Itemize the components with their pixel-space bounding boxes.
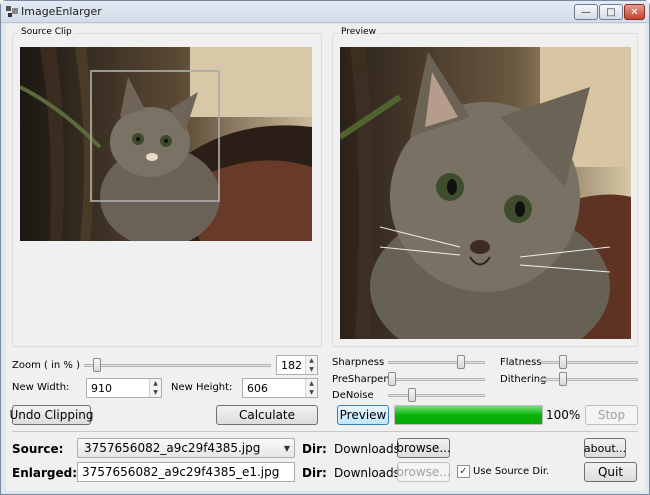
window-title: ImageEnlarger: [21, 5, 102, 18]
new-width-spinbox[interactable]: 910 ▲ ▼: [86, 378, 162, 398]
denoise-slider-thumb[interactable]: [407, 388, 416, 402]
client-area: Source Clip Preview Zoom (in %) 182 ▲ …: [6, 24, 645, 491]
browse-enlarged-button[interactable]: browse...: [396, 462, 451, 482]
app-icon: [6, 6, 18, 17]
presharpen-slider-thumb[interactable]: [388, 372, 396, 386]
sharpness-label: Sharpness: [332, 357, 385, 368]
slider-track: [388, 394, 485, 397]
new-width-label: New Width:: [12, 382, 70, 393]
browse-source-button[interactable]: browse...: [396, 438, 451, 458]
zoom-label: Zoom ( in % ): [12, 360, 80, 371]
checkmark-icon: ✓: [459, 466, 468, 477]
zoom-slider-track: [84, 364, 271, 367]
width-spin-arrows[interactable]: ▲ ▼: [149, 379, 161, 397]
enlarged-file-field[interactable]: 3757656082_a9c29f4385_e1.jpg: [77, 462, 295, 482]
progress-fill: [395, 406, 542, 424]
spin-up-icon[interactable]: ▲: [306, 356, 317, 365]
undo-clipping-button[interactable]: Undo Clipping: [10, 405, 94, 425]
source-file-combo[interactable]: 3757656082_a9c29f4385.jpg ▼: [77, 438, 295, 458]
progress-percent: 100%: [546, 408, 581, 422]
new-height-label: New Height:: [171, 382, 233, 393]
source-label: Source:: [12, 442, 64, 456]
slider-track: [388, 378, 485, 381]
title-bar[interactable]: ImageEnlarger — □ ✕: [1, 1, 649, 23]
slider-track: [388, 361, 485, 364]
separator: [12, 431, 638, 432]
use-source-dir-checkbox[interactable]: ✓: [457, 465, 470, 478]
preview-group: Preview: [332, 27, 638, 347]
close-icon: ✕: [630, 6, 639, 18]
close-button[interactable]: ✕: [624, 4, 645, 20]
flatness-slider-thumb[interactable]: [558, 355, 567, 369]
source-dir-value: Downloads: [334, 442, 400, 456]
sharpness-slider-thumb[interactable]: [457, 355, 466, 369]
spin-up-icon[interactable]: ▲: [150, 379, 161, 388]
preview-label: Preview: [339, 27, 379, 37]
slider-track: [541, 361, 638, 364]
dithering-slider-thumb[interactable]: [558, 372, 567, 386]
zoom-slider-thumb[interactable]: [92, 358, 101, 372]
minimize-button[interactable]: —: [574, 4, 598, 20]
minimize-icon: —: [581, 6, 591, 18]
about-button[interactable]: about...: [584, 438, 626, 458]
denoise-slider[interactable]: [388, 388, 485, 402]
clip-selection-rect[interactable]: [90, 70, 220, 202]
new-width-value: 910: [91, 382, 112, 395]
preview-cat-photo: [340, 47, 631, 339]
flatness-label: Flatness: [500, 357, 542, 368]
denoise-label: DeNoise: [332, 390, 374, 401]
slider-track: [541, 378, 638, 381]
sharpness-slider[interactable]: [388, 355, 485, 369]
use-source-dir-label: Use Source Dir.: [473, 466, 550, 477]
flatness-slider[interactable]: [541, 355, 638, 369]
spin-up-icon[interactable]: ▲: [306, 379, 317, 388]
dithering-label: Dithering: [500, 374, 547, 385]
enlarged-file-value: 3757656082_a9c29f4385_e1.jpg: [82, 465, 280, 479]
source-clip-group: Source Clip: [12, 27, 322, 347]
zoom-spinbox[interactable]: 182 ▲ ▼: [276, 355, 318, 375]
chevron-down-icon[interactable]: ▼: [284, 444, 290, 453]
source-clip-label: Source Clip: [19, 27, 74, 37]
maximize-icon: □: [606, 6, 616, 18]
height-spin-arrows[interactable]: ▲ ▼: [305, 379, 317, 397]
spin-down-icon[interactable]: ▼: [306, 365, 317, 374]
maximize-button[interactable]: □: [599, 4, 623, 20]
source-dir-label: Dir:: [302, 442, 327, 456]
calculate-button[interactable]: Calculate: [216, 405, 318, 425]
app-window: ImageEnlarger — □ ✕ Source Clip Preview …: [0, 0, 650, 495]
presharpen-slider[interactable]: [388, 372, 485, 386]
new-height-value: 606: [247, 382, 268, 395]
enlarged-dir-value: Downloads: [334, 466, 400, 480]
source-file-value: 3757656082_a9c29f4385.jpg: [84, 441, 261, 455]
source-image[interactable]: [20, 47, 312, 241]
presharpen-label: PreSharpen: [332, 374, 390, 385]
zoom-value: 182: [281, 359, 302, 372]
progress-bar: [394, 405, 543, 425]
preview-image: [340, 47, 631, 339]
preview-button[interactable]: Preview: [337, 405, 389, 425]
enlarged-label: Enlarged:: [12, 466, 77, 480]
quit-button[interactable]: Quit: [584, 462, 637, 482]
zoom-spin-arrows[interactable]: ▲ ▼: [305, 356, 317, 374]
zoom-slider[interactable]: [84, 358, 271, 372]
spin-down-icon[interactable]: ▼: [306, 388, 317, 397]
stop-button[interactable]: Stop: [585, 405, 638, 425]
dithering-slider[interactable]: [541, 372, 638, 386]
new-height-spinbox[interactable]: 606 ▲ ▼: [242, 378, 318, 398]
enlarged-dir-label: Dir:: [302, 466, 327, 480]
spin-down-icon[interactable]: ▼: [150, 388, 161, 397]
